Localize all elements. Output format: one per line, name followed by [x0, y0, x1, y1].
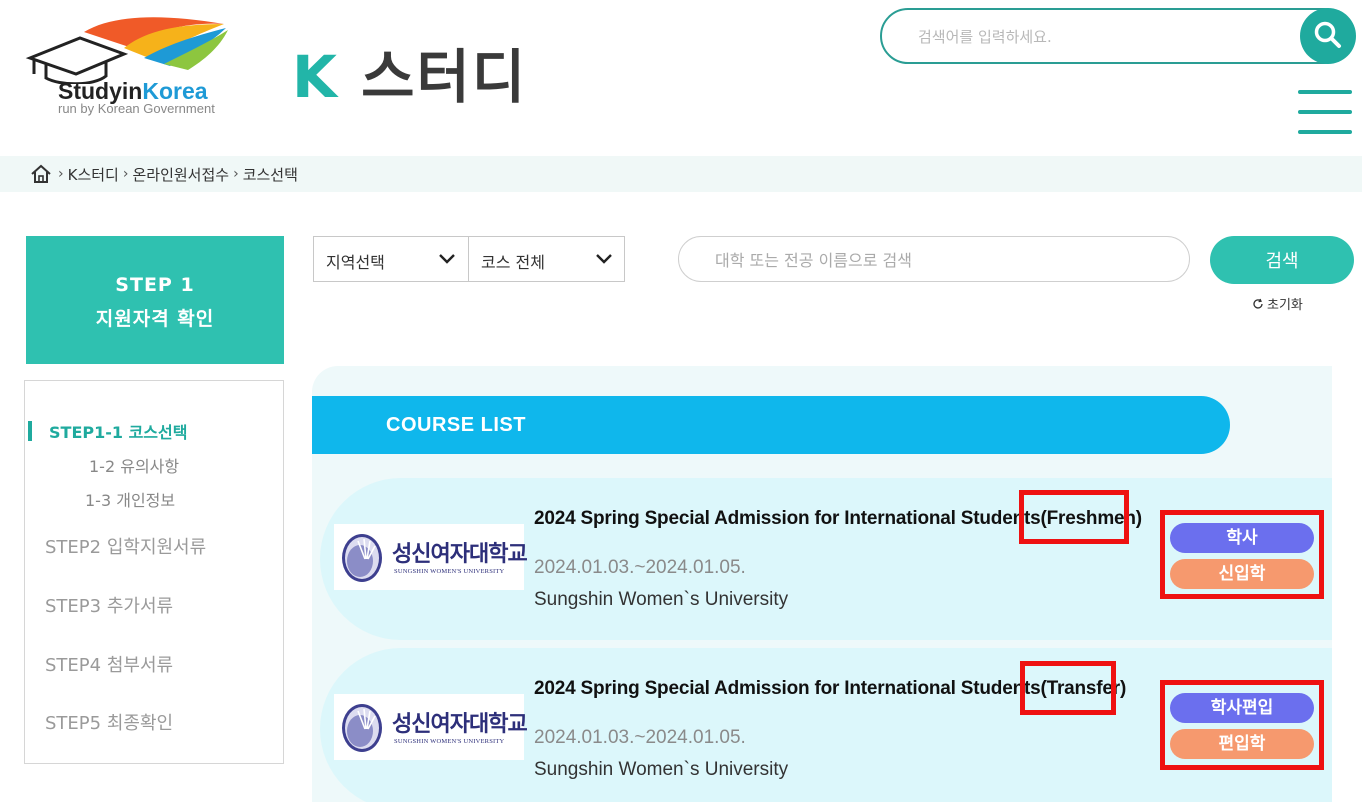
step-title: 지원자격 확인	[95, 308, 215, 330]
course-search-box	[678, 236, 1190, 282]
university-logo: 성신여자대학교 SUNGSHIN WOMEN'S UNIVERSITY	[334, 694, 528, 760]
region-select[interactable]: 지역선택	[313, 236, 469, 282]
highlight-box	[1019, 490, 1129, 544]
course-date: 2024.01.03.~2024.01.05.	[534, 557, 746, 578]
chevron-down-icon	[439, 254, 455, 264]
search-icon	[1314, 21, 1341, 48]
chevron-right-icon: ›	[122, 166, 129, 182]
degree-tag: 학사편입	[1170, 693, 1314, 723]
breadcrumb: › K스터디 › 온라인원서접수 › 코스선택	[0, 156, 1362, 192]
course-university: Sungshin Women`s University	[534, 759, 789, 780]
admission-type-tag: 신입학	[1170, 559, 1314, 589]
sidebar-item-step4[interactable]: STEP4 첨부서류	[45, 651, 173, 677]
breadcrumb-item-online-application[interactable]: 온라인원서접수	[132, 164, 229, 185]
studyinkorea-logo[interactable]: StudyinKorea run by Korean Government	[24, 14, 254, 124]
step-number: STEP 1	[115, 274, 195, 296]
sidebar-item-course-select[interactable]: STEP1-1 코스선택	[49, 419, 187, 443]
current-step-box: STEP 1 지원자격 확인	[26, 236, 284, 364]
course-search-input[interactable]	[715, 247, 1155, 273]
logo-subtitle: run by Korean Government	[58, 101, 215, 116]
highlight-box	[1020, 661, 1116, 715]
global-search-box	[880, 8, 1352, 64]
breadcrumb-item-course-select: 코스선택	[242, 165, 298, 184]
chevron-right-icon: ›	[58, 166, 64, 182]
university-emblem-icon	[342, 704, 382, 752]
sidebar-item-personal-info[interactable]: 1-3 개인정보	[85, 487, 175, 511]
sidebar-item-step2[interactable]: STEP2 입학지원서류	[45, 533, 206, 559]
admission-type-tag: 편입학	[1170, 729, 1314, 759]
course-search-button[interactable]: 검색	[1210, 236, 1354, 284]
sidebar-item-step3[interactable]: STEP3 추가서류	[45, 592, 173, 618]
chevron-down-icon	[596, 254, 612, 264]
sidebar-item-notice[interactable]: 1-2 유의사항	[89, 453, 179, 477]
sidebar-item-step5[interactable]: STEP5 최종확인	[45, 709, 173, 735]
refresh-icon	[1253, 298, 1263, 309]
reset-button[interactable]: 초기화	[1252, 294, 1303, 313]
global-search-button[interactable]	[1300, 8, 1356, 64]
site-title[interactable]: K 스터디	[292, 30, 527, 114]
chevron-right-icon: ›	[233, 166, 239, 182]
university-logo: 성신여자대학교 SUNGSHIN WOMEN'S UNIVERSITY	[334, 524, 528, 590]
logo-graduation-cap-icon	[25, 17, 228, 84]
degree-tag: 학사	[1170, 523, 1314, 553]
course-date: 2024.01.03.~2024.01.05.	[534, 727, 746, 748]
global-search-input[interactable]	[918, 22, 1278, 52]
university-emblem-icon	[342, 534, 382, 582]
hamburger-menu-icon[interactable]	[1298, 88, 1354, 138]
active-indicator	[28, 421, 32, 441]
course-type-select[interactable]: 코스 전체	[468, 236, 625, 282]
breadcrumb-item-kstudy[interactable]: K스터디	[68, 164, 119, 185]
course-university: Sungshin Women`s University	[534, 589, 789, 610]
course-list-header: COURSE LIST	[312, 396, 1230, 454]
home-icon[interactable]	[30, 163, 52, 185]
step-navigation: STEP1-1 코스선택 1-2 유의사항 1-3 개인정보 STEP2 입학지…	[24, 380, 284, 764]
